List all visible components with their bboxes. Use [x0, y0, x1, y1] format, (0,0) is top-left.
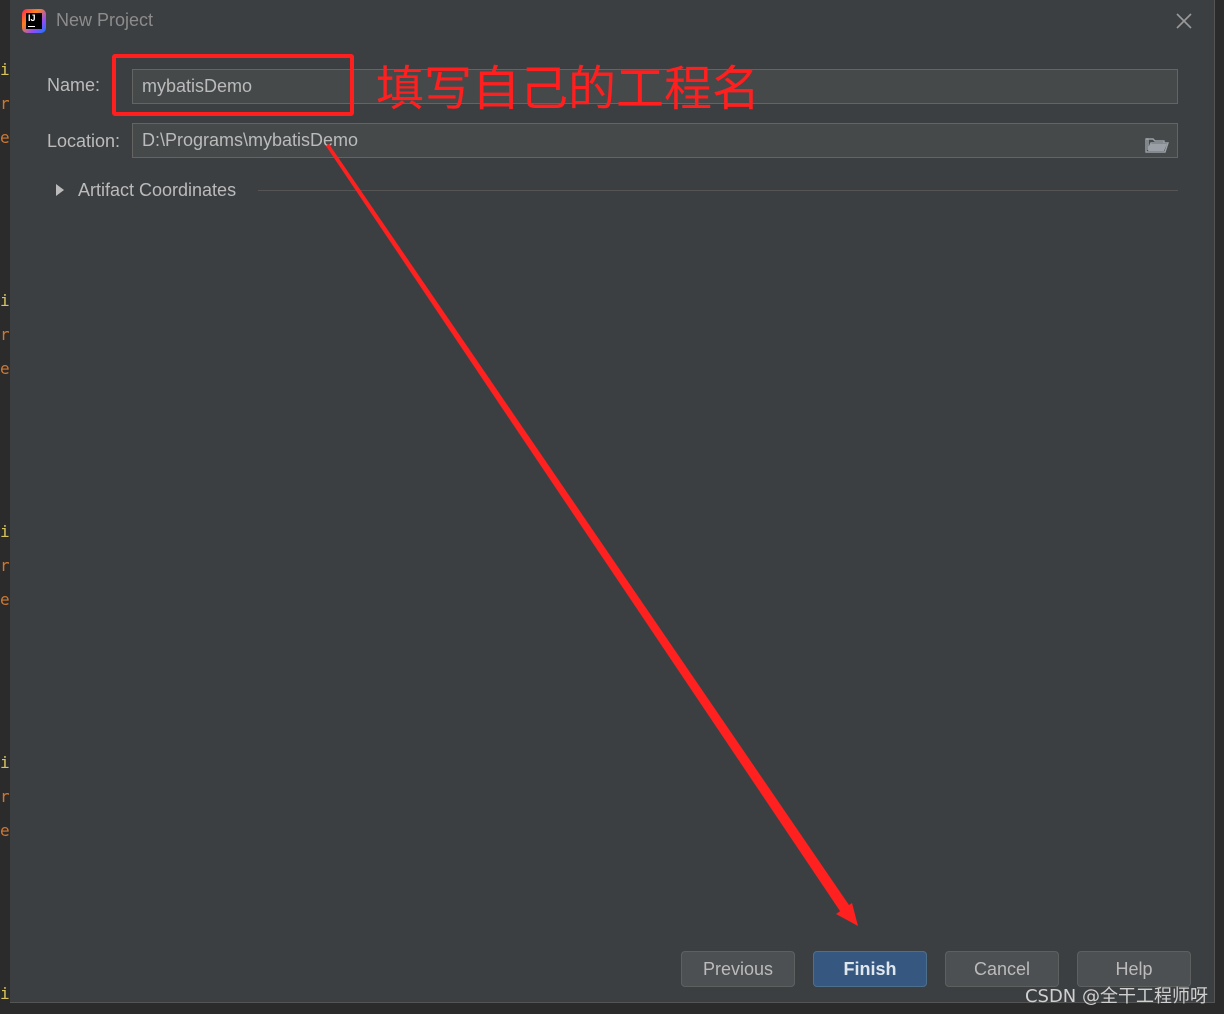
artifact-coordinates-toggle[interactable]: Artifact Coordinates — [52, 178, 236, 202]
previous-button[interactable]: Previous — [681, 951, 795, 987]
location-input[interactable]: D:\Programs\mybatisDemo — [132, 123, 1178, 158]
editor-glyph: r — [0, 556, 10, 575]
annotation-highlight-box — [112, 54, 354, 116]
app-icon-letters: IJ — [26, 13, 42, 29]
name-label: Name: — [47, 75, 101, 95]
editor-glyph: i — [0, 60, 10, 79]
location-label: Location: — [47, 131, 121, 151]
artifact-coordinates-label: Artifact Coordinates — [78, 179, 237, 200]
editor-glyph: e — [0, 821, 10, 840]
window-title: New Project — [56, 10, 154, 30]
title-bar[interactable]: IJ New Project — [10, 0, 1214, 42]
editor-glyph: i — [0, 984, 10, 1003]
section-divider — [258, 190, 1178, 191]
close-button[interactable] — [1174, 11, 1194, 31]
folder-icon — [1145, 138, 1169, 153]
browse-folder-button[interactable] — [1145, 132, 1169, 153]
finish-button[interactable]: Finish — [813, 951, 927, 987]
editor-glyph: i — [0, 522, 10, 541]
editor-glyph: r — [0, 94, 10, 113]
close-icon — [1176, 13, 1192, 29]
editor-glyph: i — [0, 291, 10, 310]
editor-glyph: i — [0, 753, 10, 772]
intellij-idea-icon: IJ — [22, 9, 46, 33]
csdn-watermark: CSDN @全干工程师呀 — [1024, 986, 1208, 1007]
annotation-text: 填写自己的工程名 — [376, 61, 761, 117]
location-value: D:\Programs\mybatisDemo — [142, 130, 359, 150]
editor-glyph: e — [0, 359, 10, 378]
editor-glyph: e — [0, 590, 10, 609]
expand-triangle-icon — [56, 184, 64, 196]
editor-glyph: r — [0, 325, 10, 344]
editor-glyph: e — [0, 128, 10, 147]
editor-glyph: r — [0, 787, 10, 806]
new-project-dialog: IJ New Project Name: Location: D:\Progra… — [10, 0, 1215, 1003]
